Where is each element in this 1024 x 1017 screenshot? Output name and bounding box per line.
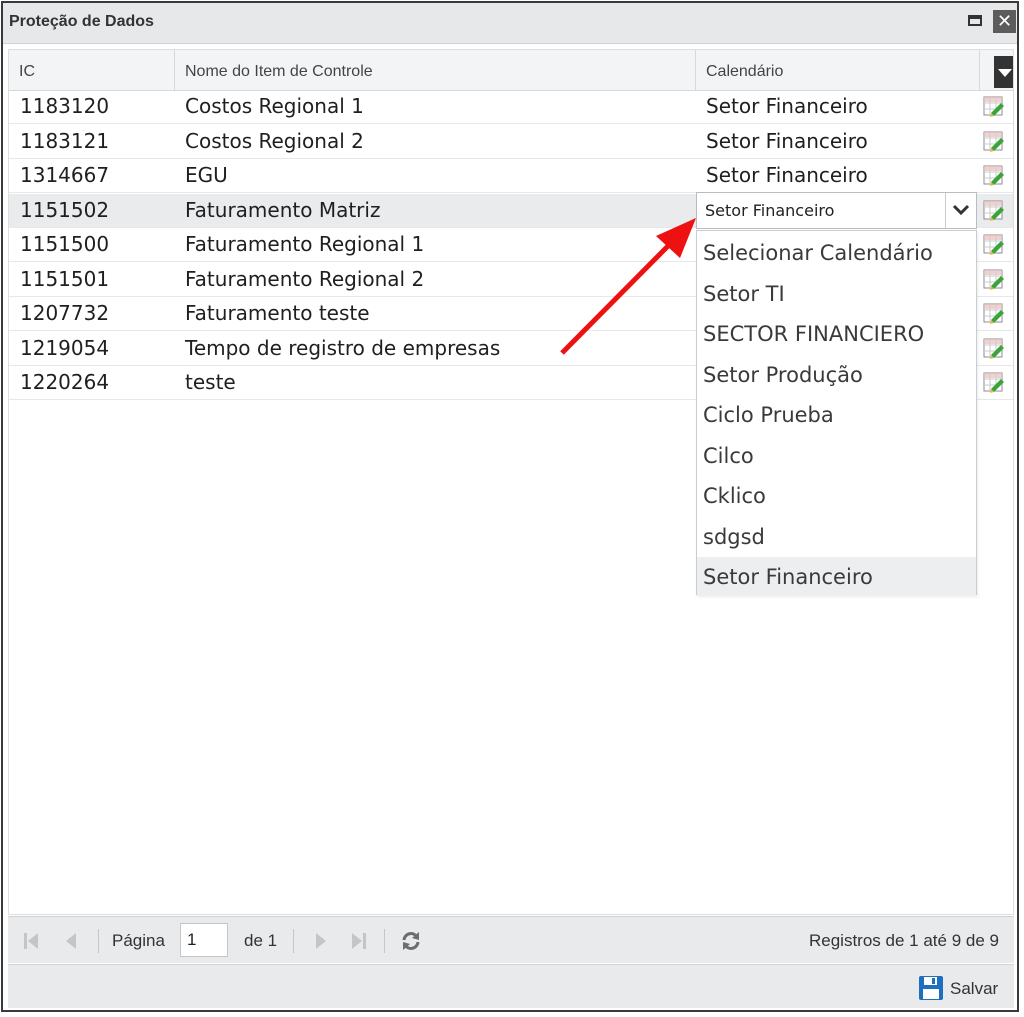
name-cell: Faturamento Matriz — [185, 197, 381, 222]
previous-page-icon[interactable] — [62, 931, 82, 951]
ic-cell: 1151501 — [20, 266, 110, 291]
edit-grid-icon[interactable] — [983, 302, 1005, 324]
separator — [98, 929, 99, 953]
footer-bar: Salvar — [8, 964, 1014, 1008]
annotation-arrow — [560, 218, 696, 355]
ic-cell: 1183120 — [20, 94, 110, 118]
save-label: Salvar — [950, 979, 999, 998]
edit-grid-icon[interactable] — [983, 95, 1005, 117]
separator — [293, 929, 294, 953]
dropdown-option[interactable]: Setor TI — [697, 274, 976, 313]
dropdown-option[interactable]: Setor Financeiro — [697, 557, 976, 596]
calendar-select-toggle[interactable] — [945, 193, 976, 228]
pagination-bar: Página 1 de 1 Registros de 1 até 9 de 9 — [8, 916, 1014, 963]
column-menu-button[interactable] — [994, 56, 1013, 88]
triangle-down-icon — [998, 69, 1012, 77]
dropdown-option[interactable]: SECTOR FINANCIERO — [697, 314, 976, 353]
calendar-cell[interactable]: Setor Financeiro — [706, 125, 868, 159]
page-number-input[interactable]: 1 — [180, 923, 228, 957]
name-cell: Costos Regional 1 — [185, 94, 364, 118]
last-page-icon[interactable] — [348, 931, 368, 951]
edit-grid-icon[interactable] — [983, 233, 1005, 255]
window-title: Proteção de Dados — [9, 13, 154, 30]
data-protection-window: Proteção de Dados ✕ IC Nome do Item de C… — [1, 1, 1019, 1012]
records-info: Registros de 1 até 9 de 9 — [809, 931, 999, 950]
dropdown-option[interactable]: Setor Produção — [697, 355, 976, 394]
dropdown-option[interactable]: Selecionar Calendário — [697, 233, 976, 272]
close-button[interactable]: ✕ — [993, 10, 1016, 33]
floppy-disk-icon — [919, 976, 943, 1000]
name-cell: Costos Regional 2 — [185, 128, 364, 153]
edit-grid-icon[interactable] — [983, 130, 1005, 152]
close-icon: ✕ — [996, 11, 1013, 32]
dropdown-option[interactable]: Ciclo Prueba — [697, 395, 976, 434]
edit-grid-icon[interactable] — [983, 337, 1005, 359]
ic-cell: 1151502 — [20, 197, 110, 222]
edit-grid-icon[interactable] — [983, 268, 1005, 290]
ic-cell: 1220264 — [20, 370, 110, 394]
ic-cell: 1207732 — [20, 301, 110, 325]
maximize-icon — [968, 15, 982, 26]
name-cell: Faturamento Regional 2 — [185, 266, 425, 291]
edit-grid-icon[interactable] — [983, 199, 1005, 221]
page-count-label: de 1 — [244, 931, 278, 950]
data-grid: IC Nome do Item de Controle Calendário 1… — [8, 49, 1014, 915]
name-cell: Tempo de registro de empresas — [185, 335, 501, 360]
first-page-icon[interactable] — [22, 931, 42, 951]
maximize-button[interactable] — [965, 10, 987, 32]
ic-cell: 1314667 — [20, 163, 110, 187]
dropdown-option[interactable]: sdgsd — [697, 517, 976, 556]
calendar-dropdown-list: Selecionar Calendário Setor TI SECTOR FINA… — [696, 230, 977, 596]
name-cell: Faturamento Regional 1 — [185, 232, 425, 256]
column-header-calendar[interactable]: Calendário — [696, 50, 980, 90]
grid-header: IC Nome do Item de Controle Calendário — [9, 50, 1013, 91]
page-label: Página — [112, 931, 165, 950]
column-header-name[interactable]: Nome do Item de Controle — [175, 50, 696, 90]
calendar-select[interactable]: Setor Financeiro — [696, 192, 977, 229]
name-cell: Faturamento teste — [185, 301, 370, 325]
table-row[interactable]: 1314667 EGU Setor Financeiro — [9, 159, 1013, 193]
calendar-cell[interactable]: Setor Financeiro — [706, 159, 868, 193]
dropdown-option[interactable]: Cilco — [697, 436, 976, 475]
refresh-icon[interactable] — [400, 931, 422, 951]
chevron-down-icon — [952, 204, 970, 216]
name-cell: teste — [185, 370, 236, 394]
separator — [384, 929, 385, 953]
name-cell: EGU — [185, 163, 228, 187]
edit-grid-icon[interactable] — [983, 164, 1005, 186]
ic-cell: 1183121 — [20, 128, 110, 153]
ic-cell: 1151500 — [20, 232, 110, 256]
dropdown-option[interactable]: Cklico — [697, 476, 976, 515]
next-page-icon[interactable] — [310, 931, 330, 951]
ic-cell: 1219054 — [20, 335, 110, 360]
column-header-ic[interactable]: IC — [9, 50, 175, 90]
calendar-cell[interactable]: Setor Financeiro — [706, 90, 868, 124]
table-row[interactable]: 1183121 Costos Regional 2 Setor Financeiro — [9, 125, 1013, 159]
table-row[interactable]: 1183120 Costos Regional 1 Setor Financeiro — [9, 90, 1013, 124]
edit-grid-icon[interactable] — [983, 371, 1005, 393]
calendar-select-value: Setor Financeiro — [705, 201, 835, 220]
title-bar: Proteção de Dados ✕ — [3, 3, 1017, 44]
